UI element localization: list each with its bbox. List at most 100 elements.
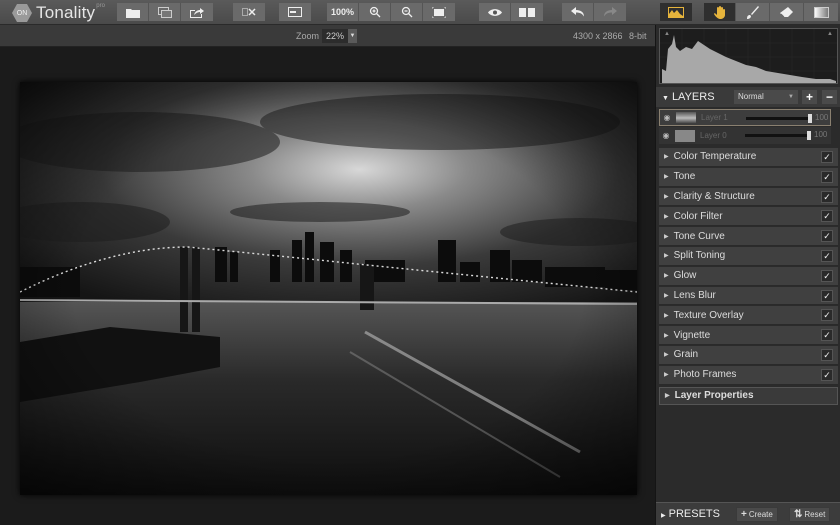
- adjustment-vignette[interactable]: ▶ Vignette ✓: [659, 326, 838, 345]
- preview-button[interactable]: [479, 3, 511, 21]
- split-view-icon: [519, 7, 535, 17]
- enable-checkbox[interactable]: ✓: [821, 289, 833, 302]
- shadow-clipping-icon[interactable]: ▲: [663, 31, 671, 37]
- zoom-in-button[interactable]: [359, 3, 391, 21]
- chevron-down-icon[interactable]: ▼: [348, 29, 357, 43]
- adjustment-glow[interactable]: ▶ Glow ✓: [659, 266, 838, 286]
- zoom-out-icon: [401, 6, 412, 18]
- hand-tool-button[interactable]: [704, 3, 736, 21]
- layers-header: ▼ LAYERS Normal ▼ + −: [656, 87, 840, 107]
- enable-checkbox[interactable]: ✓: [821, 269, 833, 282]
- enable-checkbox[interactable]: ✓: [821, 170, 833, 183]
- logo-icon: ON: [12, 4, 32, 22]
- zoom-value[interactable]: 22%: [322, 29, 348, 43]
- enable-checkbox[interactable]: ✓: [821, 348, 833, 361]
- adjustments-list: ▶ Color Temperature ✓ ▶ Tone ✓ ▶ Clarity & St…: [656, 148, 840, 406]
- layer-row[interactable]: ◉ Layer 0 100: [659, 127, 831, 144]
- create-preset-button[interactable]: + Create: [736, 507, 778, 522]
- panel-toggle-button[interactable]: [279, 3, 311, 21]
- undo-button[interactable]: [562, 3, 594, 21]
- adjustment-lens-blur[interactable]: ▶ Lens Blur ✓: [659, 286, 838, 306]
- opacity-slider-handle[interactable]: [807, 131, 811, 140]
- right-panel: ▲ ▲ ▼ LAYERS Normal ▼ + − ◉ Layer 1 100 ◉…: [655, 25, 840, 525]
- zoom-out-button[interactable]: [391, 3, 423, 21]
- adjustment-color-filter[interactable]: ▶ Color Filter ✓: [659, 207, 838, 227]
- zoom-label: Zoom: [296, 31, 320, 41]
- photo-image: [20, 82, 637, 495]
- export-button[interactable]: [181, 3, 213, 21]
- eye-icon[interactable]: ◉: [660, 113, 674, 122]
- fit-screen-button[interactable]: [423, 3, 455, 21]
- enable-checkbox[interactable]: ✓: [821, 329, 833, 342]
- opacity-slider[interactable]: [746, 117, 811, 120]
- gradient-tool-button[interactable]: [804, 3, 838, 21]
- expand-triangle-icon: ▶: [664, 273, 669, 280]
- split-view-button[interactable]: [511, 3, 543, 21]
- opacity-slider[interactable]: [745, 134, 810, 137]
- enable-checkbox[interactable]: ✓: [821, 210, 833, 223]
- expand-triangle-icon: ▶: [664, 174, 669, 181]
- expand-triangle-icon: ▶: [665, 393, 670, 400]
- enable-checkbox[interactable]: ✓: [821, 230, 833, 243]
- remove-layer-button[interactable]: −: [822, 90, 837, 104]
- adjustment-clarity-structure[interactable]: ▶ Clarity & Structure ✓: [659, 187, 838, 207]
- histogram-toggle-group: [660, 3, 692, 21]
- adjustment-photo-frames[interactable]: ▶ Photo Frames ✓: [659, 365, 838, 385]
- adjustment-color-temperature[interactable]: ▶ Color Temperature ✓: [659, 148, 838, 167]
- adjustment-tone-curve[interactable]: ▶ Tone Curve ✓: [659, 227, 838, 246]
- expand-triangle-icon: ▶: [661, 513, 666, 519]
- layers-title: LAYERS: [671, 91, 715, 103]
- expand-triangle-icon: ▶: [664, 233, 669, 240]
- create-label: Create: [748, 510, 773, 519]
- zoom-select[interactable]: 22% ▼: [322, 29, 357, 43]
- adjustment-split-toning[interactable]: ▶ Split Toning ✓: [659, 246, 838, 266]
- layer-row[interactable]: ◉ Layer 1 100: [659, 109, 831, 126]
- layer-properties-label: Layer Properties: [674, 390, 754, 402]
- image-canvas[interactable]: [0, 47, 655, 525]
- highlight-clipping-icon[interactable]: ▲: [826, 31, 834, 37]
- enable-checkbox[interactable]: ✓: [821, 368, 833, 381]
- crop-button[interactable]: [233, 3, 265, 21]
- crop-icon: [242, 8, 256, 16]
- fit-screen-icon: [432, 6, 446, 18]
- blend-mode-select[interactable]: Normal ▼: [734, 90, 798, 104]
- enable-checkbox[interactable]: ✓: [821, 151, 833, 163]
- eraser-tool-button[interactable]: [770, 3, 804, 21]
- expand-triangle-icon: ▶: [664, 312, 669, 319]
- photo-preview[interactable]: [20, 82, 637, 495]
- adjustment-texture-overlay[interactable]: ▶ Texture Overlay ✓: [659, 306, 838, 326]
- redo-button[interactable]: [594, 3, 626, 21]
- layers-section-toggle[interactable]: ▼ LAYERS: [662, 91, 715, 103]
- presets-section-toggle[interactable]: ▶ PRESETS: [661, 508, 720, 520]
- brush-tool-button[interactable]: [736, 3, 770, 21]
- reset-icon: ⇅: [794, 509, 803, 520]
- presets-bar: ▶ PRESETS + Create ⇅ Reset: [656, 502, 840, 525]
- adjustment-grain[interactable]: ▶ Grain ✓: [659, 345, 838, 365]
- opacity-slider-handle[interactable]: [808, 114, 812, 123]
- zoom-100-button[interactable]: 100%: [327, 3, 359, 21]
- layer-properties-section[interactable]: ▶ Layer Properties: [659, 386, 838, 406]
- file-group: [117, 3, 213, 21]
- batch-button[interactable]: [149, 3, 181, 21]
- eye-icon[interactable]: ◉: [659, 131, 673, 140]
- panel-toggle-icon: [288, 7, 302, 17]
- enable-checkbox[interactable]: ✓: [821, 190, 833, 203]
- gradient-icon: [813, 6, 829, 18]
- layer-thumbnail: [676, 111, 696, 124]
- add-layer-button[interactable]: +: [802, 90, 817, 104]
- expand-triangle-icon: ▼: [662, 95, 669, 102]
- histogram-toggle-button[interactable]: [660, 3, 692, 21]
- tonality-app: ON Tonality pro 100% Zoom 22% ▼ 4300 x 2…: [0, 0, 840, 525]
- reset-button[interactable]: ⇅ Reset: [789, 507, 831, 522]
- tools-group: [704, 3, 838, 21]
- open-button[interactable]: [117, 3, 149, 21]
- adjustment-tone[interactable]: ▶ Tone ✓: [659, 167, 838, 187]
- expand-triangle-icon: ▶: [664, 292, 669, 299]
- layer-name: Layer 0: [700, 131, 727, 140]
- histogram: ▲ ▲: [659, 28, 838, 84]
- history-group: [562, 3, 626, 21]
- histogram-graph: [660, 29, 837, 83]
- blend-mode-value: Normal: [738, 92, 764, 101]
- enable-checkbox[interactable]: ✓: [821, 249, 833, 262]
- enable-checkbox[interactable]: ✓: [821, 309, 833, 322]
